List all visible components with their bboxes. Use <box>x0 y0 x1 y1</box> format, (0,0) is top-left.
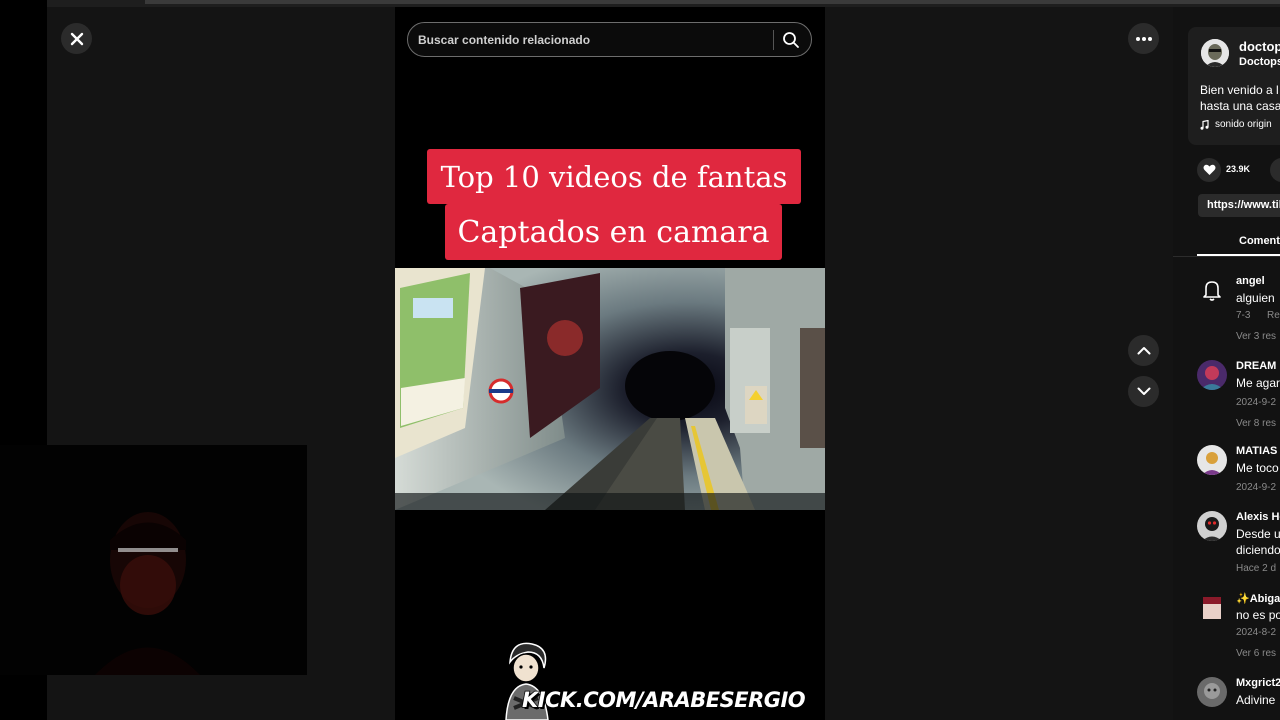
search-icon[interactable] <box>782 31 800 49</box>
comment-text: alguien <box>1236 291 1275 305</box>
comment-avatar[interactable] <box>1197 677 1227 707</box>
comment-avatar[interactable] <box>1197 511 1227 541</box>
description-line-1: Bien venido a l <box>1200 83 1279 97</box>
comment-text-line-2: diciendo <box>1236 543 1280 557</box>
comment-text: Desde u diciendo <box>1236 526 1280 558</box>
chevron-up-icon <box>1137 347 1150 355</box>
close-button[interactable] <box>61 23 92 54</box>
comment-username[interactable]: DREAM <box>1236 360 1276 372</box>
stream-url: KICK.COM/ARABESERGIO <box>521 687 806 713</box>
sound-link[interactable]: sonido origin <box>1200 119 1272 130</box>
comment-button[interactable] <box>1270 158 1280 182</box>
search-input[interactable] <box>418 23 768 56</box>
webcam-overlay <box>0 445 307 675</box>
progress-track <box>145 0 1280 4</box>
tab-divider <box>1173 256 1280 257</box>
video-player[interactable]: Top 10 videos de fantas Captados en cama… <box>395 7 825 720</box>
view-replies-link[interactable]: Ver 8 res <box>1236 418 1276 429</box>
comment-date: Hace 2 d <box>1236 563 1277 574</box>
caption-line-1: Top 10 videos de fantas <box>427 149 801 204</box>
comment-date: 2024-8-2 <box>1236 627 1277 638</box>
comment-text: no es po <box>1236 608 1280 622</box>
comment-avatar[interactable] <box>1197 275 1227 305</box>
reply-link[interactable]: Re <box>1267 310 1280 321</box>
details-panel: doctop Doctops Bien venido a l hasta una… <box>1173 7 1280 720</box>
comment-text: Me agar <box>1236 376 1280 390</box>
chevron-down-icon <box>1137 387 1150 395</box>
next-video-button[interactable] <box>1128 376 1159 407</box>
view-replies-link[interactable]: Ver 3 res <box>1236 331 1276 342</box>
comment-avatar[interactable] <box>1197 592 1227 622</box>
more-options-button[interactable] <box>1128 23 1159 54</box>
comment-username[interactable]: MATIAS <box>1236 445 1277 457</box>
view-replies-link[interactable]: Ver 6 res <box>1236 648 1276 659</box>
comment-date: 2024-9-2 <box>1236 482 1277 493</box>
copy-link-field[interactable]: https://www.tik <box>1198 194 1280 217</box>
comment-date: 7-3 <box>1236 310 1251 321</box>
comment-avatar[interactable] <box>1197 360 1227 390</box>
comment-username[interactable]: angel <box>1236 275 1265 287</box>
comment-date: 2024-9-2 <box>1236 397 1277 408</box>
music-note-icon <box>1200 119 1209 130</box>
comment-text: Adivine <box>1236 693 1276 707</box>
streamer-face <box>0 445 307 675</box>
previous-video-button[interactable] <box>1128 335 1159 366</box>
search-bar[interactable] <box>407 22 812 57</box>
caption-text-2: Captados en camara <box>457 214 770 250</box>
close-icon <box>70 32 83 45</box>
post-description: Bien venido a l hasta una casa <box>1200 82 1280 114</box>
browser-top-strip <box>0 0 1280 7</box>
like-button[interactable] <box>1197 158 1221 182</box>
author-handle: Doctops <box>1239 56 1280 68</box>
like-count: 23.9K <box>1226 164 1251 174</box>
caption-line-2: Captados en camara <box>445 204 782 260</box>
caption-text-1: Top 10 videos de fantas <box>440 159 788 194</box>
author-avatar[interactable] <box>1201 39 1229 67</box>
author-name[interactable]: doctop <box>1239 39 1280 54</box>
comment-avatar[interactable] <box>1197 445 1227 475</box>
tab-comments[interactable]: Coment <box>1239 235 1280 247</box>
sound-label: sonido origin <box>1215 119 1272 130</box>
search-divider <box>773 30 774 50</box>
comment-username[interactable]: ✨Abiga <box>1236 592 1280 605</box>
heart-icon <box>1203 164 1215 175</box>
video-frame-subway-tunnel <box>395 268 825 510</box>
comment-username[interactable]: Mxgrict2 <box>1236 677 1280 689</box>
comment-text-line-1: Desde u <box>1236 527 1280 541</box>
author-card: doctop Doctops Bien venido a l hasta una… <box>1188 27 1280 145</box>
comment-text: Me toco <box>1236 461 1279 475</box>
description-line-2: hasta una casa <box>1200 99 1280 113</box>
more-horizontal-icon <box>1135 36 1152 41</box>
bell-icon <box>1203 281 1221 301</box>
comment-username[interactable]: Alexis He <box>1236 511 1280 523</box>
